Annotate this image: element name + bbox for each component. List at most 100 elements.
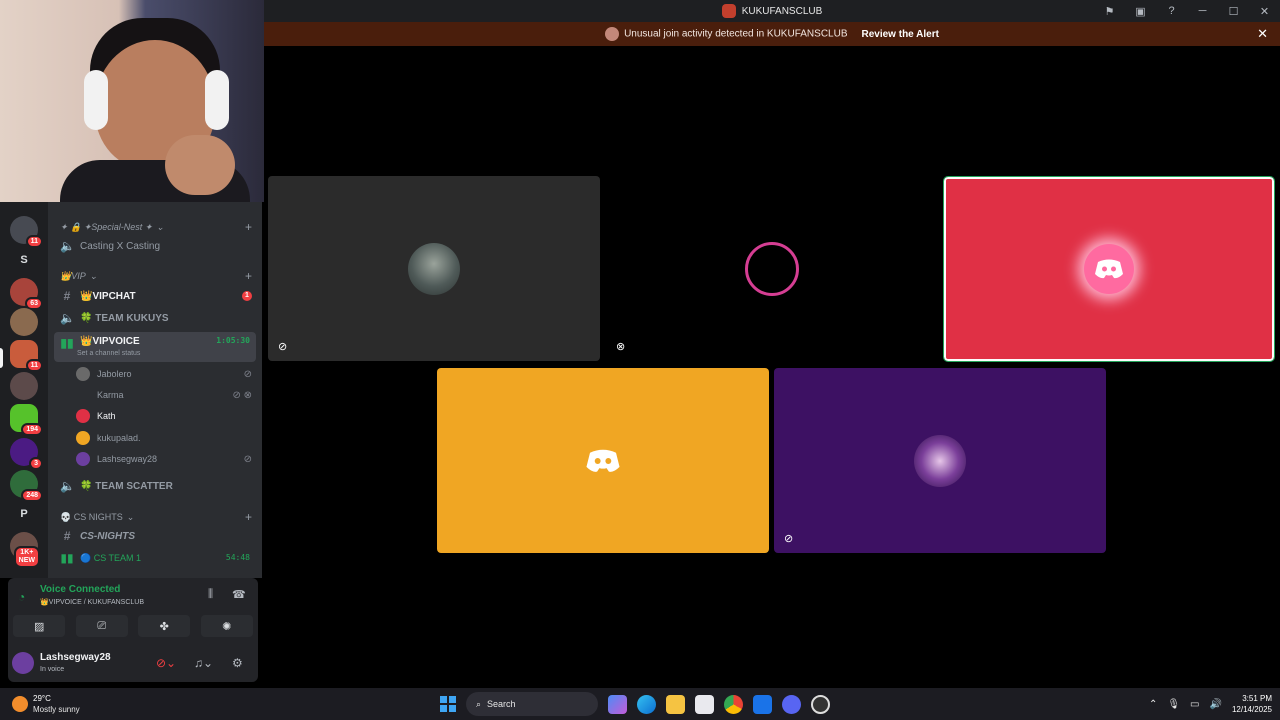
username[interactable]: Lashsegway28 (40, 652, 111, 663)
channel-vipvoice[interactable]: ▮▮ 👑VIPVOICE 1:05:30 Set a channel statu… (54, 332, 256, 362)
participant-tile-karma[interactable]: ⊗ (606, 176, 938, 361)
server-letter: P (20, 508, 28, 520)
voice-member[interactable]: kukupalad. (76, 428, 252, 448)
voice-channel-path[interactable]: 👑VIPVOICE / KUKUFANSCLUB (40, 598, 144, 606)
chevron-up-icon[interactable]: ⌃ (1149, 699, 1157, 710)
channel-cs-team-1[interactable]: ▮▮ 🔵 CS TEAM 1 54:48 (54, 548, 256, 568)
taskbar: 29°C Mostly sunny ⌕ Search ⌃ 🎙 ▭ 🔊 3:51 P… (0, 688, 1280, 720)
server-badge: 194 (21, 423, 43, 436)
add-channel-icon[interactable]: + (245, 220, 252, 234)
voice-member[interactable]: Jabolero ⊘ (76, 364, 252, 384)
channel-team-scatter[interactable]: 🔈 🍀 TEAM SCATTER (54, 476, 256, 496)
channel-cs-nights[interactable]: # CS-NIGHTS (54, 526, 256, 546)
minimize-button[interactable]: ─ (1187, 0, 1218, 22)
close-alert-icon[interactable]: ✕ (1257, 26, 1268, 42)
signal-icon[interactable]: ◔ (18, 590, 25, 604)
server-icon-s[interactable]: S (10, 246, 38, 274)
obs-icon[interactable] (811, 694, 830, 714)
clock[interactable]: 3:51 PM 12/14/2025 (1232, 693, 1272, 715)
voice-member[interactable]: Kath (76, 406, 252, 426)
help-icon[interactable]: ? (1156, 0, 1187, 22)
display-icon[interactable]: ▭ (1190, 699, 1199, 710)
chevron-down-icon: ⌄ (89, 271, 98, 281)
search-icon: ⌕ (476, 698, 482, 709)
server-badge: 3 (29, 457, 43, 470)
server-icon-p[interactable]: P (10, 500, 38, 528)
channel-casting-x-casting[interactable]: 🔈 Casting X Casting (54, 236, 256, 256)
server-icon-7[interactable]: 248 (10, 470, 43, 502)
share-screen-button[interactable]: ⎚ (75, 615, 128, 637)
voice-member[interactable]: Lashsegway28 ⊘ (76, 449, 252, 469)
server-icon-5[interactable]: 194 (10, 404, 43, 436)
add-channel-icon[interactable]: + (245, 510, 252, 524)
muted-deafened-icon: ⊘ ⊗ (232, 389, 252, 401)
category-vip[interactable]: 👑VIP ⌄ (60, 271, 97, 282)
voice-connected-label[interactable]: Voice Connected (40, 584, 120, 595)
taskbar-search[interactable]: ⌕ Search (466, 692, 598, 716)
copilot-icon[interactable] (608, 694, 627, 714)
alert-banner: Unusual join activity detected in KUKUFA… (264, 22, 1280, 46)
review-alert-button[interactable]: Review the Alert (862, 29, 939, 40)
channel-status[interactable]: Set a channel status (77, 350, 140, 357)
time: 3:51 PM (1242, 694, 1272, 703)
mic-muted-icon[interactable]: ⊘⌄ (156, 656, 176, 670)
category-cs-nights[interactable]: 💀 CS NIGHTS ⌄ (60, 512, 134, 523)
activities-button[interactable]: ✤ (138, 615, 191, 637)
date: 12/14/2025 (1231, 705, 1272, 714)
discord-window: KUKUFANSCLUB ⚑ ▣ ? ─ ☐ ✕ Unusual join ac… (0, 0, 1280, 720)
volume-icon[interactable]: 🔊 (1210, 699, 1222, 710)
discord-logo-icon (1095, 259, 1123, 279)
chrome-icon[interactable] (724, 694, 743, 714)
voice-timer: 1:05:30 (216, 336, 250, 345)
server-icon-1[interactable]: 11 (10, 216, 43, 248)
participant-tile-kath-speaking[interactable] (943, 176, 1275, 362)
settings-gear-icon[interactable]: ⚙ (232, 656, 243, 670)
inbox-flag-icon[interactable]: ⚑ (1094, 0, 1125, 22)
store-icon[interactable] (695, 694, 714, 714)
server-icon-4[interactable] (10, 372, 38, 400)
windows-start-icon[interactable] (440, 696, 456, 712)
server-badge: 11 (25, 359, 43, 372)
server-avatar-icon (605, 27, 620, 41)
soundboard-button[interactable]: ✺ (200, 615, 253, 637)
server-icon-kukufansclub[interactable]: 11 (10, 340, 43, 372)
system-tray: ⌃ 🎙 ▭ 🔊 3:51 PM 12/14/2025 (1149, 688, 1272, 720)
participant-tile-jabolero[interactable]: ⊘ (268, 176, 600, 361)
server-rail: 11 S 63 11 194 3 248 P 1K+ NEW (0, 202, 48, 578)
server-icon-8[interactable]: 1K+ NEW (10, 532, 40, 568)
headphones-icon[interactable]: ♫⌄ (194, 656, 213, 670)
channel-team-kukuys[interactable]: 🔈 🍀 TEAM KUKUYS (54, 308, 256, 328)
close-window-button[interactable]: ✕ (1249, 0, 1280, 22)
channel-vipchat[interactable]: # 👑VIPCHAT 1 (54, 286, 256, 306)
add-channel-icon[interactable]: + (245, 269, 252, 283)
weather-condition: Mostly sunny (33, 705, 80, 714)
noise-suppression-icon[interactable]: ⫼ (208, 588, 213, 601)
voice-member[interactable]: Karma ⊘ ⊗ (76, 385, 252, 405)
server-icon-6[interactable]: 3 (10, 438, 43, 470)
participant-tile-lashsegway28[interactable]: ⊘ (774, 368, 1106, 553)
alert-text: Unusual join activity detected in KUKUFA… (624, 28, 848, 40)
microphone-icon[interactable]: 🎙 (1167, 699, 1180, 710)
discord-logo-icon (585, 448, 621, 474)
disconnect-icon[interactable]: ☎ (232, 588, 246, 601)
temperature: 29°C (33, 694, 51, 703)
weather-icon (12, 696, 28, 712)
edge-icon[interactable] (637, 694, 656, 714)
speaker-icon: 🔈 (60, 311, 75, 325)
camera-off-button[interactable]: ▨ (13, 615, 66, 637)
server-icon-2[interactable]: 63 (10, 278, 43, 310)
discord-icon[interactable] (782, 694, 801, 714)
screen-icon[interactable]: ▣ (1125, 0, 1156, 22)
maximize-button[interactable]: ☐ (1218, 0, 1249, 22)
category-special-nest[interactable]: ✦ 🔒 ✦Special-Nest ✦ ⌄ (60, 222, 164, 233)
server-icon-3[interactable] (10, 308, 38, 336)
voice-action-buttons: ▨ ⎚ ✤ ✺ (8, 614, 258, 638)
file-explorer-icon[interactable] (666, 694, 685, 714)
avatar[interactable] (12, 652, 34, 674)
participant-tile-kukupalad[interactable] (437, 368, 769, 553)
window-title: KUKUFANSCLUB (741, 5, 823, 17)
mail-icon[interactable] (753, 694, 772, 714)
muted-icon: ⊘ (243, 368, 252, 380)
avatar (76, 431, 90, 445)
webcam-overlay (0, 0, 264, 202)
